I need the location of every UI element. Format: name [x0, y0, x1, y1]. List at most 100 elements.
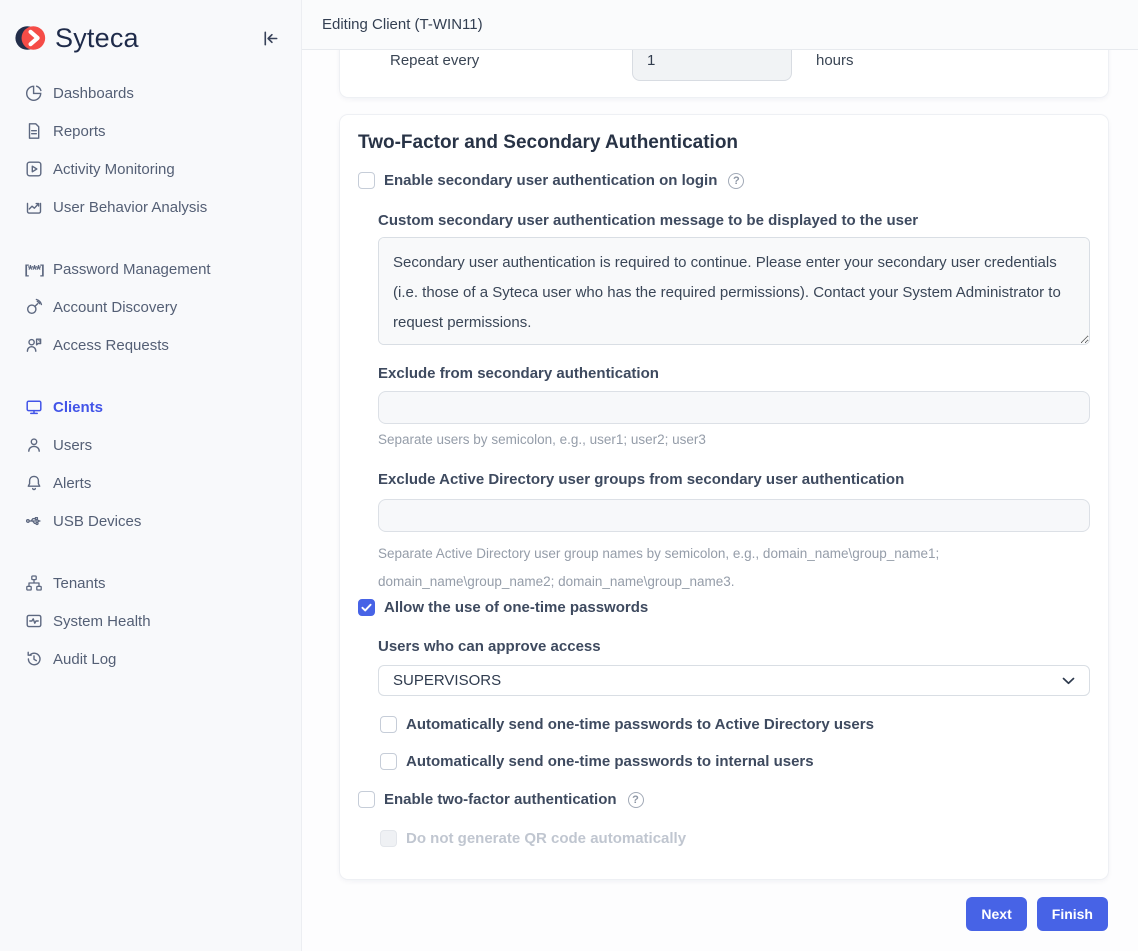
sidebar: Syteca Dashboards — [0, 0, 302, 951]
nav-group-pam: [***] Password Management Account Discov… — [0, 250, 301, 364]
sidebar-item-reports[interactable]: Reports — [0, 112, 301, 150]
person-question-icon: ? — [24, 335, 44, 355]
sidebar-item-dashboards[interactable]: Dashboards — [0, 74, 301, 112]
syteca-logo-icon — [14, 21, 48, 55]
sidebar-item-label: Access Requests — [53, 337, 169, 354]
enable-secondary-auth-row: Enable secondary user authentication on … — [358, 172, 1090, 189]
sidebar-item-users[interactable]: Users — [0, 426, 301, 464]
auto-send-ad-label: Automatically send one-time passwords to… — [406, 716, 874, 733]
page-header: Editing Client (T-WIN11) — [302, 0, 1138, 50]
finish-button[interactable]: Finish — [1037, 897, 1108, 931]
exclude-users-input[interactable] — [378, 391, 1090, 424]
svg-text:?: ? — [38, 339, 41, 344]
approvers-selected-value: SUPERVISORS — [393, 672, 501, 689]
secondary-auth-settings: Custom secondary user authentication mes… — [378, 211, 1090, 596]
sidebar-item-clients[interactable]: Clients — [0, 388, 301, 426]
sidebar-item-access-requests[interactable]: ? Access Requests — [0, 326, 301, 364]
sidebar-item-audit-log[interactable]: Audit Log — [0, 640, 301, 678]
nav-group-analytics: Dashboards Reports Activ — [0, 74, 301, 226]
document-icon — [24, 121, 44, 141]
content-area: Repeat every hours Two-Factor and Second… — [302, 50, 1138, 951]
enable-2fa-checkbox[interactable] — [358, 791, 375, 808]
pulse-monitor-icon — [24, 611, 44, 631]
no-qr-label: Do not generate QR code automatically — [406, 830, 686, 847]
auto-send-ad-row: Automatically send one-time passwords to… — [380, 716, 1090, 733]
sidebar-item-system-health[interactable]: System Health — [0, 602, 301, 640]
exclude-groups-input[interactable] — [378, 499, 1090, 532]
sidebar-item-label: Password Management — [53, 261, 211, 278]
nav-group-system: Tenants System Health — [0, 564, 301, 678]
allow-otp-label: Allow the use of one-time passwords — [384, 599, 648, 616]
history-clock-icon — [24, 649, 44, 669]
custom-message-textarea[interactable]: Secondary user authentication is require… — [378, 237, 1090, 345]
sidebar-item-label: Activity Monitoring — [53, 161, 175, 178]
enable-secondary-auth-checkbox[interactable] — [358, 172, 375, 189]
exclude-groups-hint: Separate Active Directory user group nam… — [378, 540, 958, 596]
sidebar-item-activity-monitoring[interactable]: Activity Monitoring — [0, 150, 301, 188]
sidebar-item-label: User Behavior Analysis — [53, 199, 207, 216]
exclude-groups-label: Exclude Active Directory user groups fro… — [378, 470, 1090, 490]
auto-send-internal-checkbox[interactable] — [380, 753, 397, 770]
sidebar-item-label: Alerts — [53, 475, 91, 492]
nav-group-endpoints: Clients Users Alerts — [0, 388, 301, 540]
help-icon[interactable]: ? — [628, 792, 644, 808]
sidebar-item-usb-devices[interactable]: USB Devices — [0, 502, 301, 540]
chevron-down-icon — [1062, 677, 1075, 685]
section-title: Two-Factor and Secondary Authentication — [358, 131, 1090, 155]
approvers-select[interactable]: SUPERVISORS — [378, 665, 1090, 696]
sidebar-collapse-icon[interactable] — [259, 27, 281, 49]
sidebar-item-label: USB Devices — [53, 513, 141, 530]
no-qr-checkbox — [380, 830, 397, 847]
sidebar-item-label: Dashboards — [53, 85, 134, 102]
otp-settings: Users who can approve access SUPERVISORS… — [378, 637, 1090, 770]
hours-unit-label: hours — [816, 52, 854, 69]
brand-name: Syteca — [55, 23, 139, 54]
schedule-card: Repeat every hours — [340, 50, 1108, 97]
sidebar-item-tenants[interactable]: Tenants — [0, 564, 301, 602]
page-title: Editing Client (T-WIN11) — [322, 16, 483, 33]
help-icon[interactable]: ? — [728, 173, 744, 189]
sidebar-item-label: System Health — [53, 613, 151, 630]
sidebar-item-alerts[interactable]: Alerts — [0, 464, 301, 502]
no-qr-row: Do not generate QR code automatically — [380, 830, 1090, 847]
sidebar-item-label: Tenants — [53, 575, 106, 592]
custom-message-label: Custom secondary user authentication mes… — [378, 211, 1090, 231]
password-brackets-icon: [***] — [24, 259, 44, 279]
logo-row: Syteca — [0, 0, 301, 56]
play-square-icon — [24, 159, 44, 179]
next-button[interactable]: Next — [966, 897, 1026, 931]
repeat-every-label: Repeat every — [390, 52, 632, 69]
allow-otp-checkbox[interactable] — [358, 599, 375, 616]
sidebar-item-label: Audit Log — [53, 651, 116, 668]
usb-icon — [24, 511, 44, 531]
line-chart-icon — [24, 197, 44, 217]
pie-chart-icon — [24, 83, 44, 103]
sidebar-item-password-management[interactable]: [***] Password Management — [0, 250, 301, 288]
exclude-users-hint: Separate users by semicolon, e.g., user1… — [378, 432, 1090, 448]
approvers-label: Users who can approve access — [378, 637, 1090, 657]
repeat-every-input[interactable] — [632, 50, 792, 81]
org-chart-icon — [24, 573, 44, 593]
enable-2fa-label: Enable two-factor authentication — [384, 791, 617, 808]
sidebar-item-label: Clients — [53, 399, 103, 416]
bell-icon — [24, 473, 44, 493]
checkmark-icon — [360, 601, 373, 614]
enable-2fa-row: Enable two-factor authentication ? — [358, 791, 1090, 808]
auto-send-ad-checkbox[interactable] — [380, 716, 397, 733]
main-area: Editing Client (T-WIN11) Repeat every ho… — [302, 0, 1138, 951]
person-icon — [24, 435, 44, 455]
wizard-footer: Next Finish — [340, 897, 1108, 931]
exclude-users-label: Exclude from secondary authentication — [378, 364, 1090, 384]
discovery-loupe-icon — [24, 297, 44, 317]
auto-send-internal-label: Automatically send one-time passwords to… — [406, 753, 814, 770]
auto-send-internal-row: Automatically send one-time passwords to… — [380, 753, 1090, 770]
sidebar-item-label: Reports — [53, 123, 106, 140]
allow-otp-row: Allow the use of one-time passwords — [358, 599, 1090, 616]
sidebar-item-user-behavior-analysis[interactable]: User Behavior Analysis — [0, 188, 301, 226]
sidebar-item-label: Account Discovery — [53, 299, 177, 316]
app-window: Syteca Dashboards — [0, 0, 1138, 951]
two-factor-card: Two-Factor and Secondary Authentication … — [340, 115, 1108, 879]
enable-secondary-auth-label: Enable secondary user authentication on … — [384, 172, 717, 189]
sidebar-item-account-discovery[interactable]: Account Discovery — [0, 288, 301, 326]
sidebar-item-label: Users — [53, 437, 92, 454]
